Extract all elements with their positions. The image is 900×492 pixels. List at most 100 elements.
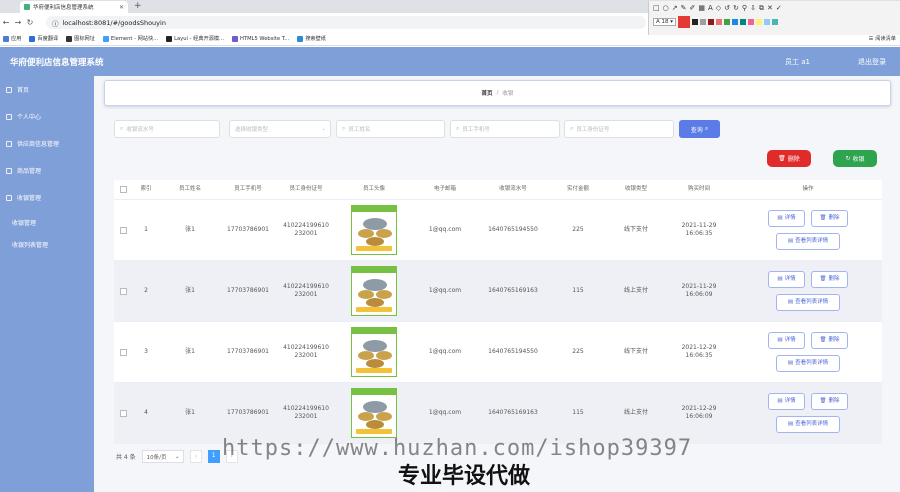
color-swatch[interactable]: [700, 19, 707, 25]
copy-icon[interactable]: ⧉: [759, 4, 764, 13]
sidebar-subitem-cashier[interactable]: 收银管理: [0, 211, 94, 233]
color-swatch[interactable]: [764, 19, 771, 25]
search-button[interactable]: 查询 ⌕: [679, 120, 720, 138]
color-swatch[interactable]: [724, 19, 731, 25]
color-swatch[interactable]: [716, 19, 723, 25]
cancel-icon[interactable]: ✕: [767, 4, 773, 13]
reload-icon[interactable]: ↻: [24, 18, 36, 27]
annotation-toolbar: □ ○ ↗ ✎ ✐ ▦ A ◇ ↺ ↻ ⚲ ⇩ ⧉ ✕ ✓ A 18 ▾: [648, 1, 900, 35]
reading-list[interactable]: ☰ 阅读清单: [869, 35, 896, 43]
add-cashier-button[interactable]: ↻ 收银: [833, 150, 877, 167]
bookmark-icon-site[interactable]: 图标网址: [66, 35, 95, 42]
delete-button[interactable]: 🗑 删除: [811, 332, 848, 349]
detail-button[interactable]: ▤ 详情: [768, 332, 805, 349]
delete-button[interactable]: 🗑 删除: [811, 271, 848, 288]
color-swatch[interactable]: [732, 19, 739, 25]
cell-type: 线上支付: [623, 286, 648, 294]
highlighter-tool-icon[interactable]: ✐: [689, 4, 695, 13]
detail-button[interactable]: ▤ 详情: [768, 393, 805, 410]
pin-icon[interactable]: ⚲: [742, 4, 747, 13]
url-text: localhost:8081/#/goodsShouyin: [62, 18, 166, 27]
back-icon[interactable]: ←: [0, 18, 12, 27]
bookmark-wallpaper[interactable]: 搜索壁纸: [297, 35, 326, 42]
address-bar[interactable]: ⓘ localhost:8081/#/goodsShouyin: [46, 16, 646, 29]
delete-button[interactable]: 🗑 删除: [811, 393, 848, 410]
bookmark-element[interactable]: Element - 网站快...: [102, 35, 158, 42]
breadcrumb-current: 收银: [502, 91, 514, 97]
row-checkbox[interactable]: [119, 226, 127, 234]
close-tab-icon[interactable]: ✕: [119, 4, 124, 11]
sidebar-item-supplier[interactable]: 供应商信息管理: [0, 130, 94, 157]
eraser-tool-icon[interactable]: ◇: [716, 4, 721, 13]
forward-icon[interactable]: →: [12, 18, 24, 27]
undo-icon[interactable]: ↺: [724, 4, 730, 13]
row-checkbox[interactable]: [119, 409, 127, 417]
sidebar-item-goods[interactable]: 商品管理: [0, 157, 94, 184]
col-email: 电子邮箱: [433, 185, 456, 192]
trash-icon: 🗑: [819, 336, 827, 343]
cell-time: 2021-12-29 16:06:09: [681, 404, 717, 420]
mosaic-tool-icon[interactable]: ▦: [698, 4, 705, 13]
page-number[interactable]: 1: [207, 450, 220, 463]
breadcrumb-home[interactable]: 首页: [482, 89, 493, 97]
col-order-no: 收银流水号: [499, 185, 527, 192]
detail-button[interactable]: ▤ 详情: [768, 210, 805, 227]
color-swatch[interactable]: [708, 19, 715, 25]
sidebar-item-profile[interactable]: 个人中心: [0, 103, 94, 130]
select-all-checkbox[interactable]: [119, 186, 127, 193]
list-detail-button[interactable]: ▤ 查看列表详情: [776, 355, 840, 372]
prev-page-button[interactable]: ‹: [189, 450, 202, 463]
search-icon: ⌕: [570, 125, 574, 132]
list-detail-button[interactable]: ▤ 查看列表详情: [776, 294, 840, 311]
arrow-tool-icon[interactable]: ↗: [672, 4, 678, 13]
batch-delete-button[interactable]: 🗑 删除: [767, 150, 811, 167]
logout-link[interactable]: 退出登录: [858, 57, 886, 67]
bookmark-html5[interactable]: HTML5 Website T...: [232, 35, 289, 42]
pen-tool-icon[interactable]: ✎: [681, 4, 687, 13]
sidebar-item-home[interactable]: 首页: [0, 76, 94, 103]
breadcrumb: 首页 / 收银: [104, 80, 891, 106]
browser-tab[interactable]: 华府便利店信息管理系统 ✕: [20, 1, 128, 13]
employee-name-input[interactable]: ⌕ 员工姓名: [336, 120, 445, 138]
text-tool-icon[interactable]: A: [708, 4, 713, 13]
color-swatch[interactable]: [748, 19, 755, 25]
row-checkbox[interactable]: [119, 287, 127, 295]
redo-icon[interactable]: ↻: [733, 4, 739, 13]
color-swatch[interactable]: [756, 19, 763, 25]
employee-avatar-image: [351, 327, 397, 377]
page-size-select[interactable]: 10条/页 ⌄: [141, 450, 184, 463]
sidebar-subitem-cashier-list[interactable]: 收银列表管理: [0, 233, 94, 255]
order-no-input[interactable]: ⌕ 收银流水号: [114, 120, 220, 138]
employee-phone-input[interactable]: ⌕ 员工手机号: [450, 120, 560, 138]
cell-email: 1@qq.com: [428, 408, 462, 416]
circle-tool-icon[interactable]: ○: [663, 4, 669, 13]
font-size-select[interactable]: A 18 ▾: [653, 18, 677, 26]
pay-type-select[interactable]: 选择收银类型 ⌄: [229, 120, 331, 138]
color-swatch[interactable]: [772, 19, 779, 25]
bookmark-apps[interactable]: 应用: [3, 35, 21, 42]
color-swatch[interactable]: [740, 19, 747, 25]
delete-button[interactable]: 🗑 删除: [811, 210, 848, 227]
list-detail-button[interactable]: ▤ 查看列表详情: [776, 416, 840, 433]
col-amount: 实付金额: [566, 185, 589, 192]
detail-button[interactable]: ▤ 详情: [768, 271, 805, 288]
confirm-icon[interactable]: ✓: [776, 4, 782, 13]
download-icon[interactable]: ⇩: [750, 4, 756, 13]
sidebar-item-cashier[interactable]: 收银管理: [0, 184, 94, 211]
bookmark-baidu-translate[interactable]: 百度翻译: [29, 35, 58, 42]
table-row: 1 张1 17703786901 410224199610232001 1@qq…: [114, 200, 882, 261]
color-swatch[interactable]: [692, 19, 699, 25]
bookmark-layui[interactable]: Layui - 经典开源模...: [166, 35, 224, 42]
rectangle-tool-icon[interactable]: □: [653, 4, 660, 13]
cell-amount: 225: [572, 225, 584, 233]
current-color-swatch[interactable]: [678, 16, 691, 28]
cell-email: 1@qq.com: [428, 347, 462, 355]
list-detail-button[interactable]: ▤ 查看列表详情: [776, 233, 840, 250]
cell-order-no: 1640765194550: [488, 347, 538, 355]
cell-type: 线下支付: [623, 347, 648, 355]
employee-id-card-input[interactable]: ⌕ 员工身份证号: [564, 120, 674, 138]
search-icon: ⌕: [704, 125, 709, 132]
new-tab-icon[interactable]: +: [134, 1, 142, 11]
row-checkbox[interactable]: [119, 348, 127, 356]
cell-type: 线下支付: [623, 225, 648, 233]
